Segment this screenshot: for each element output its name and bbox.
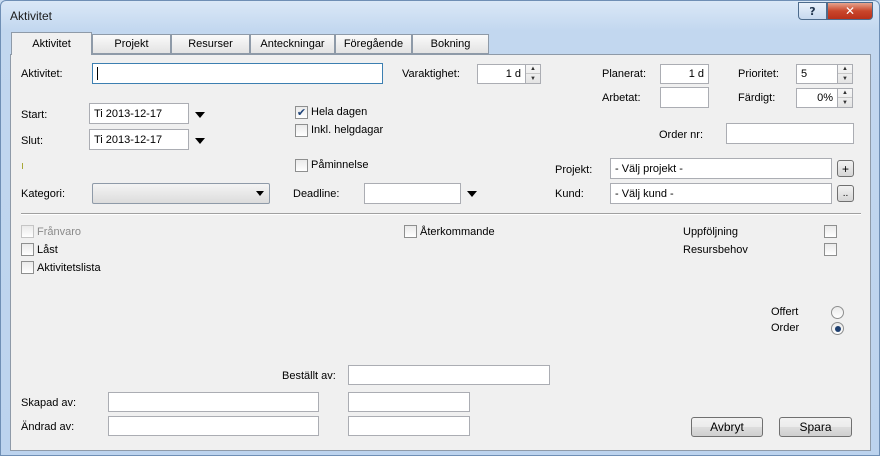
- resursbehov-label: Resursbehov: [683, 244, 748, 256]
- start-date-input[interactable]: Ti 2013-12-17: [89, 103, 189, 124]
- inkl-helgdagar-checkbox[interactable]: [295, 124, 308, 137]
- tab-aktivitet[interactable]: Aktivitet: [11, 32, 92, 55]
- deadline-dropdown-icon[interactable]: [467, 191, 477, 197]
- paminnelse-label: Påminnelse: [311, 159, 369, 171]
- projekt-label: Projekt:: [555, 164, 593, 176]
- tab-projekt[interactable]: Projekt: [92, 34, 171, 54]
- planerat-label: Planerat:: [602, 68, 647, 80]
- text-caret: [97, 67, 98, 80]
- deadline-label: Deadline:: [293, 188, 340, 200]
- aterkommande-label: Återkommande: [420, 226, 495, 238]
- arbetat-label: Arbetat:: [602, 92, 641, 104]
- fardigt-input[interactable]: 0%: [796, 88, 838, 108]
- tab-foregaende[interactable]: Föregående: [335, 34, 412, 54]
- andrad-av-input[interactable]: [108, 416, 319, 436]
- spin-down-icon[interactable]: ▼: [526, 74, 540, 83]
- start-date-dropdown-icon[interactable]: [195, 112, 205, 118]
- skapad-label: Skapad av:: [21, 397, 77, 409]
- aktivitet-input[interactable]: [92, 63, 383, 84]
- franvaro-checkbox[interactable]: [21, 225, 34, 238]
- prioritet-label: Prioritet:: [738, 68, 779, 80]
- skapad-datum-input[interactable]: [348, 392, 470, 412]
- marker-tick: [22, 163, 23, 169]
- varaktighet-label: Varaktighet:: [402, 68, 460, 80]
- spin-down-icon[interactable]: ▼: [838, 74, 852, 83]
- fardigt-spinner[interactable]: ▲ ▼: [837, 88, 853, 108]
- spin-down-icon[interactable]: ▼: [838, 98, 852, 107]
- hela-dagen-label: Hela dagen: [311, 106, 368, 118]
- section-divider: [21, 213, 861, 215]
- prioritet-spinner[interactable]: ▲ ▼: [837, 64, 853, 84]
- spin-up-icon[interactable]: ▲: [838, 65, 852, 74]
- resursbehov-checkbox[interactable]: [824, 243, 837, 256]
- uppfoljning-checkbox[interactable]: [824, 225, 837, 238]
- fardigt-label: Färdigt:: [738, 92, 776, 104]
- kund-input[interactable]: - Välj kund -: [610, 183, 832, 204]
- tab-bokning[interactable]: Bokning: [412, 34, 489, 54]
- andrad-datum-input[interactable]: [348, 416, 470, 436]
- ordernr-input[interactable]: [726, 123, 854, 144]
- help-button[interactable]: ?: [798, 2, 827, 20]
- offert-radio[interactable]: [831, 306, 844, 319]
- browse-customer-button[interactable]: ..: [837, 185, 854, 202]
- kund-label: Kund:: [555, 188, 584, 200]
- varaktighet-input[interactable]: 1 d: [477, 64, 526, 84]
- window-title: Aktivitet: [10, 9, 53, 23]
- aktivitetslista-checkbox[interactable]: [21, 261, 34, 274]
- ordernr-label: Order nr:: [659, 129, 704, 141]
- planerat-input[interactable]: 1 d: [660, 64, 709, 84]
- varaktighet-spinner[interactable]: ▲ ▼: [525, 64, 541, 84]
- last-label: Låst: [37, 244, 58, 256]
- slut-label: Slut:: [21, 135, 44, 147]
- order-label: Order: [771, 322, 800, 334]
- dialog-window: Aktivitet ? ✕ Aktivitet Projekt Resurser…: [0, 0, 880, 456]
- close-button[interactable]: ✕: [827, 2, 873, 20]
- bestallt-label: Beställt av:: [282, 370, 336, 382]
- aterkommande-checkbox[interactable]: [404, 225, 417, 238]
- check-icon: ✔: [296, 106, 307, 119]
- offert-label: Offert: [771, 306, 799, 318]
- slut-date-input[interactable]: Ti 2013-12-17: [89, 129, 189, 150]
- aktivitetslista-label: Aktivitetslista: [37, 262, 101, 274]
- radio-selected-dot: [834, 325, 841, 332]
- slut-date-dropdown-icon[interactable]: [195, 138, 205, 144]
- order-radio[interactable]: [831, 322, 844, 335]
- skapad-av-input[interactable]: [108, 392, 319, 412]
- title-bar: Aktivitet ? ✕: [1, 1, 879, 29]
- tab-panel-aktivitet: Aktivitet: Varaktighet: 1 d ▲ ▼ Planerat…: [10, 54, 871, 451]
- kategori-label: Kategori:: [21, 188, 66, 200]
- add-project-button[interactable]: +: [837, 160, 854, 177]
- arbetat-input[interactable]: [660, 87, 709, 108]
- deadline-input[interactable]: [364, 183, 461, 204]
- chevron-down-icon: [256, 191, 264, 196]
- cancel-button[interactable]: Avbryt: [691, 417, 763, 437]
- uppfoljning-label: Uppföljning: [683, 226, 739, 238]
- spin-up-icon[interactable]: ▲: [526, 65, 540, 74]
- aktivitet-label: Aktivitet:: [21, 68, 63, 80]
- hela-dagen-checkbox[interactable]: ✔: [295, 106, 308, 119]
- prioritet-input[interactable]: 5: [796, 64, 838, 84]
- franvaro-label: Frånvaro: [37, 226, 82, 238]
- last-checkbox[interactable]: [21, 243, 34, 256]
- tab-anteckningar[interactable]: Anteckningar: [250, 34, 335, 54]
- inkl-helgdagar-label: Inkl. helgdagar: [311, 124, 384, 136]
- save-button[interactable]: Spara: [779, 417, 852, 437]
- projekt-input[interactable]: - Välj projekt -: [610, 158, 832, 179]
- start-label: Start:: [21, 109, 48, 121]
- close-icon: ✕: [844, 4, 856, 18]
- spin-up-icon[interactable]: ▲: [838, 89, 852, 98]
- kategori-select[interactable]: [92, 183, 270, 204]
- tab-resurser[interactable]: Resurser: [171, 34, 250, 54]
- andrad-label: Ändrad av:: [21, 421, 75, 433]
- bestallt-input[interactable]: [348, 365, 550, 385]
- paminnelse-checkbox[interactable]: [295, 159, 308, 172]
